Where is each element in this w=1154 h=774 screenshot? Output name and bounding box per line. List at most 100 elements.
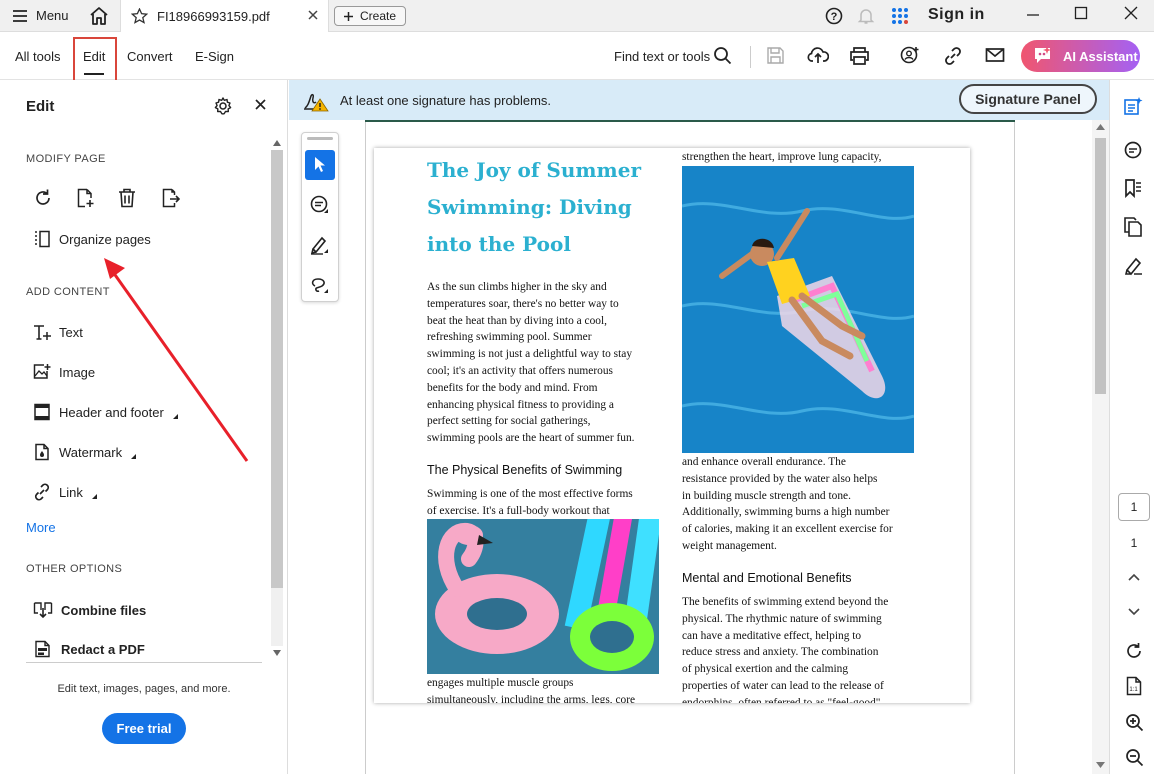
search-icon[interactable] (713, 46, 732, 65)
comment-icon[interactable] (309, 194, 331, 216)
signin-button[interactable]: Sign in (928, 6, 985, 24)
scroll-down-icon[interactable] (273, 650, 281, 656)
text-line: cool; it's an activity that offers numer… (427, 364, 613, 377)
add-text-item[interactable]: Text (33, 323, 83, 341)
cloud-upload-icon[interactable] (807, 46, 829, 65)
text-line: benefits for the body and mind. From (427, 381, 598, 394)
text-line: swimming pools are the heart of summer f… (427, 432, 635, 445)
save-icon[interactable] (766, 46, 785, 65)
more-link[interactable]: More (26, 520, 56, 535)
organize-pages-icon (35, 230, 50, 248)
rotate-icon[interactable] (34, 188, 52, 208)
close-tab-icon[interactable] (307, 9, 319, 21)
panel-divider (26, 662, 262, 663)
extract-page-icon[interactable] (161, 188, 180, 208)
insert-page-icon[interactable] (76, 188, 94, 208)
text-line: beat the heat than by diving into a cool… (427, 314, 607, 327)
bell-icon[interactable] (857, 7, 875, 25)
document-viewer[interactable]: The Joy of Summer Swimming: Diving into … (289, 120, 1092, 774)
header-footer-item[interactable]: Header and footer (33, 403, 178, 421)
redact-pdf-item[interactable]: Redact a PDF (33, 640, 145, 658)
email-icon[interactable] (985, 46, 1005, 64)
tab-esign[interactable]: E-Sign (195, 49, 234, 64)
highlight-pen-icon[interactable] (309, 234, 331, 256)
cursor-icon (315, 157, 325, 172)
window-close-icon[interactable] (1124, 6, 1138, 20)
menu-button[interactable]: Menu (12, 8, 69, 23)
text-line: The benefits of swimming extend beyond t… (682, 596, 889, 608)
edit-pdf-icon[interactable] (1123, 96, 1143, 116)
pdf-page[interactable]: The Joy of Summer Swimming: Diving into … (374, 148, 970, 703)
text-line: perfect setting for social gatherings, (427, 415, 591, 428)
select-tool-button[interactable] (305, 150, 335, 180)
right-tool-rail: 1 1 1:1 (1109, 80, 1154, 774)
col2-top-line: strengthen the heart, improve lung capac… (682, 151, 882, 163)
tab-edit[interactable]: Edit (73, 37, 117, 85)
document-tab[interactable]: FI18966993159.pdf (120, 0, 329, 32)
free-trial-button[interactable]: Free trial (102, 713, 186, 744)
drag-handle[interactable] (307, 137, 333, 140)
link-icon[interactable] (943, 46, 963, 66)
page-top-rule (365, 120, 1015, 122)
ai-sparkle-icon (1035, 46, 1051, 63)
apps-icon[interactable] (891, 7, 909, 25)
delete-page-icon[interactable] (118, 188, 136, 208)
help-icon[interactable]: ? (825, 7, 843, 25)
link-icon (34, 483, 50, 501)
document-scrollbar[interactable] (1092, 120, 1109, 774)
page-fit-icon[interactable]: 1:1 (1125, 676, 1143, 696)
watermark-icon (35, 443, 49, 461)
text-line: Swimming is one of the most effective fo… (427, 488, 633, 500)
chevron-down-icon[interactable] (1128, 608, 1140, 616)
page-gutter-left (365, 120, 366, 774)
submenu-indicator (172, 413, 178, 419)
fill-sign-icon[interactable] (1123, 256, 1143, 276)
scroll-down-icon[interactable] (1096, 762, 1105, 768)
minimize-icon[interactable] (1026, 8, 1040, 22)
close-panel-icon[interactable] (255, 99, 266, 110)
find-text-label[interactable]: Find text or tools (614, 49, 710, 64)
zoom-in-icon[interactable] (1125, 713, 1144, 732)
chevron-up-icon[interactable] (1128, 573, 1140, 581)
scroll-thumb[interactable] (1095, 138, 1106, 394)
rotate-view-icon[interactable] (1125, 642, 1143, 660)
gear-icon[interactable] (214, 97, 232, 115)
comment-icon[interactable] (1123, 140, 1143, 160)
text-line: and enhance overall endurance. The (682, 456, 846, 468)
bookmark-icon[interactable] (1123, 178, 1143, 198)
home-icon[interactable] (88, 6, 110, 26)
add-image-item[interactable]: Image (33, 363, 95, 381)
star-icon[interactable] (131, 8, 148, 24)
total-pages: 1 (1130, 536, 1138, 550)
tab-all-tools[interactable]: All tools (15, 49, 61, 64)
physical-benefits-heading: The Physical Benefits of Swimming (427, 463, 623, 477)
text-line: swimming is not just a delightful way to… (427, 348, 633, 361)
scroll-up-icon[interactable] (273, 140, 281, 146)
tab-convert[interactable]: Convert (127, 49, 173, 64)
text-line: enhancing physical fitness to providing … (427, 398, 614, 411)
share-user-icon[interactable] (900, 46, 920, 66)
maximize-icon[interactable] (1074, 6, 1088, 20)
combine-files-item[interactable]: Combine files (33, 601, 146, 619)
text-line: Additionally, swimming burns a high numb… (682, 506, 890, 519)
scroll-thumb[interactable] (271, 150, 283, 588)
organize-pages-label: Organize pages (59, 231, 151, 247)
current-page-input[interactable]: 1 (1118, 493, 1150, 521)
create-button[interactable]: Create (334, 6, 407, 26)
physical-paragraph: Swimming is one of the most effective fo… (427, 486, 667, 520)
text-line: resistance provided by the water also he… (682, 472, 878, 485)
text-line: endorphins, often referred to as "feel-g… (682, 696, 881, 703)
ai-assistant-button[interactable]: AI Assistant (1021, 40, 1140, 72)
lasso-draw-icon[interactable] (309, 274, 331, 296)
zoom-out-icon[interactable] (1125, 748, 1144, 767)
signature-panel-button[interactable]: Signature Panel (959, 84, 1097, 114)
watermark-item[interactable]: Watermark (33, 443, 137, 461)
tab-edit-label: Edit (83, 49, 106, 64)
print-icon[interactable] (849, 46, 870, 65)
pages-icon[interactable] (1123, 217, 1143, 237)
scroll-up-icon[interactable] (1096, 124, 1105, 130)
tab-title: FI18966993159.pdf (157, 9, 270, 24)
add-link-item[interactable]: Link (33, 483, 97, 501)
panel-scrollbar[interactable] (270, 138, 284, 660)
organize-pages-item[interactable]: Organize pages (33, 230, 151, 248)
